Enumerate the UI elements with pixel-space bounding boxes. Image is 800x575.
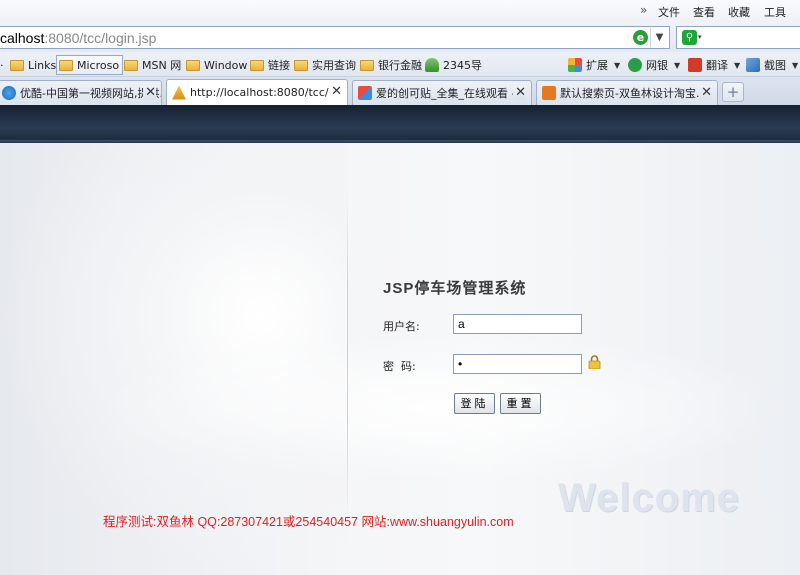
house-icon — [425, 58, 439, 72]
close-icon[interactable]: ✕ — [329, 84, 342, 99]
favorite-2345[interactable]: 2345导 — [425, 56, 482, 74]
username-input[interactable] — [453, 314, 582, 334]
folder-icon — [10, 59, 24, 71]
address-bar[interactable]: calhost:8080/tcc/login.jsp e ▼ — [0, 26, 670, 49]
close-icon[interactable]: ✕ — [143, 85, 156, 100]
welcome-watermark: Welcome — [558, 476, 740, 520]
favorite-banking[interactable]: 银行金融 — [360, 56, 422, 74]
address-url[interactable]: calhost:8080/tcc/login.jsp — [0, 30, 156, 46]
more-chevron-icon[interactable]: » — [640, 3, 647, 17]
favorite-links-cn[interactable]: 链接 — [250, 56, 290, 74]
folder-icon — [186, 59, 200, 71]
search-icon[interactable]: ⚲ — [682, 30, 697, 45]
search-engine-dropdown-icon[interactable]: ▾ — [698, 33, 702, 41]
favorites-bar: · Links Microso MSN 网 Window 链接 实用查询 银行金… — [0, 52, 800, 77]
search-box[interactable]: ⚲ ▾ — [676, 26, 800, 49]
extensions-icon — [568, 58, 582, 72]
tab-bar: 优酷-中国第一视频网站,提供... ✕ http://localhost:808… — [0, 77, 800, 105]
page-header-banner — [0, 105, 800, 143]
password-input[interactable] — [453, 354, 582, 374]
menu-view[interactable]: 查看 — [693, 4, 715, 20]
password-label: 密 码: — [383, 360, 416, 373]
address-row: calhost:8080/tcc/login.jsp e ▼ ⚲ ▾ — [0, 22, 800, 52]
username-label: 用户名: — [383, 320, 420, 333]
video-site-icon — [358, 86, 372, 100]
divider — [347, 193, 348, 523]
favorite-msn[interactable]: MSN 网 — [124, 56, 181, 74]
youku-icon — [2, 86, 16, 100]
toolbar-translate[interactable]: 翻译 ▼ — [688, 56, 740, 74]
page-icon — [172, 85, 186, 100]
taobao-icon — [542, 86, 556, 100]
favorite-windows[interactable]: Window — [186, 56, 247, 74]
close-icon[interactable]: ✕ — [699, 85, 712, 100]
tab-video[interactable]: 爱的创可贴_全集_在线观看 -... ✕ — [352, 80, 532, 105]
folder-icon — [360, 59, 374, 71]
scissors-icon — [746, 58, 760, 72]
toolbar-extensions[interactable]: 扩展 ▼ — [568, 56, 620, 74]
new-tab-button[interactable]: + — [722, 82, 744, 102]
favorite-utility[interactable]: 实用查询 — [294, 56, 356, 74]
translate-icon — [688, 58, 702, 72]
footer-credit: 程序测试:双鱼林 QQ:287307421或254540457 网站:www.s… — [103, 515, 514, 529]
tab-localhost[interactable]: http://localhost:8080/tcc/l... ✕ — [166, 79, 348, 105]
shield-icon — [628, 58, 642, 72]
close-icon[interactable]: ✕ — [513, 85, 526, 100]
menu-file[interactable]: 文件 — [658, 4, 680, 20]
login-page: JSP停车场管理系统 用户名: 密 码: 登陆 重置 Welcome 程序测试:… — [0, 143, 800, 575]
tab-search[interactable]: 默认搜索页-双鱼林设计淘宝... ✕ — [536, 80, 718, 105]
menu-favorites[interactable]: 收藏 — [728, 4, 750, 20]
folder-icon — [250, 59, 264, 71]
favorite-links[interactable]: Links — [10, 56, 56, 74]
menu-bar: » 文件 查看 收藏 工具 — [0, 0, 800, 22]
toolbar-netbank[interactable]: 网银 ▼ — [628, 56, 680, 74]
menu-tools[interactable]: 工具 — [764, 4, 786, 20]
reset-button[interactable]: 重置 — [500, 393, 541, 414]
tab-youku[interactable]: 优酷-中国第一视频网站,提供... ✕ — [0, 80, 162, 105]
system-title: JSP停车场管理系统 — [383, 280, 527, 297]
folder-icon — [124, 59, 138, 71]
compat-mode-icon[interactable]: e — [633, 30, 648, 45]
folder-icon — [294, 59, 308, 71]
chevron-down-icon[interactable]: ▼ — [650, 28, 668, 47]
login-button[interactable]: 登陆 — [454, 393, 495, 414]
lock-icon — [588, 355, 601, 369]
toolbar-screenshot[interactable]: 截图 ▼ — [746, 56, 798, 74]
favorites-scroll-left-icon[interactable]: · — [0, 56, 4, 74]
folder-icon — [59, 59, 73, 71]
favorite-microsoft[interactable]: Microso — [56, 55, 124, 75]
